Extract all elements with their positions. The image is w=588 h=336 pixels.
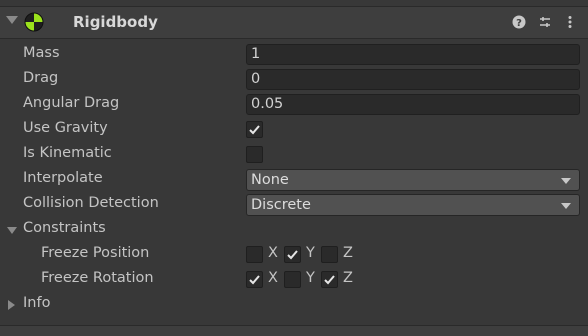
checkmark-icon [249,275,260,285]
constraints-foldout[interactable]: Constraints [0,218,588,242]
component-title: Rigidbody [73,13,158,31]
interpolate-value: None [251,172,289,188]
drag-row: Drag 0 [0,68,588,92]
freeze-position-z-checkbox[interactable] [321,246,338,263]
rigidbody-icon [24,12,44,32]
freeze-position-y-checkbox[interactable] [284,246,301,263]
checkmark-icon [287,250,298,260]
angular-drag-input[interactable]: 0.05 [246,94,580,115]
axis-y-label: Y [306,245,315,261]
freeze-rotation-z-checkbox[interactable] [321,271,338,288]
preset-icon[interactable] [536,13,554,31]
axis-x-label: X [268,270,278,286]
expand-arrow-icon[interactable] [8,300,15,310]
component-header[interactable]: Rigidbody ? [0,6,588,39]
more-icon[interactable] [561,13,579,31]
freeze-rotation-label: Freeze Rotation [41,270,154,286]
expand-arrow-icon[interactable] [7,227,17,234]
info-foldout[interactable]: Info [0,293,588,317]
axis-z-label: Z [343,270,353,286]
is-kinematic-label: Is Kinematic [23,145,112,161]
collision-detection-label: Collision Detection [23,195,159,211]
help-icon[interactable]: ? [510,13,528,31]
freeze-position-row: Freeze Position X Y Z [0,243,588,267]
drag-label: Drag [23,70,59,86]
collapse-arrow-icon[interactable] [6,16,18,24]
checkmark-icon [324,275,335,285]
freeze-rotation-x-checkbox[interactable] [246,271,263,288]
use-gravity-row: Use Gravity [0,118,588,142]
is-kinematic-row: Is Kinematic [0,143,588,167]
freeze-rotation-y-checkbox[interactable] [284,271,301,288]
interpolate-dropdown[interactable]: None [246,169,580,191]
svg-text:?: ? [516,18,522,29]
angular-drag-row: Angular Drag 0.05 [0,93,588,117]
is-kinematic-checkbox[interactable] [246,146,263,163]
axis-x-label: X [268,245,278,261]
freeze-position-x-checkbox[interactable] [246,246,263,263]
constraints-label: Constraints [23,220,106,236]
drag-input[interactable]: 0 [246,69,580,90]
interpolate-label: Interpolate [23,170,103,186]
freeze-position-label: Freeze Position [41,245,150,261]
mass-input[interactable]: 1 [246,44,580,65]
mass-label: Mass [23,45,60,61]
info-label: Info [23,295,51,311]
collision-detection-row: Collision Detection Discrete [0,193,588,217]
angular-drag-label: Angular Drag [23,95,120,111]
collision-detection-value: Discrete [251,197,311,213]
freeze-rotation-row: Freeze Rotation X Y Z [0,268,588,292]
dropdown-arrow-icon [561,203,571,209]
next-component-header [0,325,588,336]
axis-z-label: Z [343,245,353,261]
dropdown-arrow-icon [561,178,571,184]
collision-detection-dropdown[interactable]: Discrete [246,194,580,216]
mass-row: Mass 1 [0,43,588,67]
use-gravity-checkbox[interactable] [246,121,263,138]
use-gravity-label: Use Gravity [23,120,108,136]
checkmark-icon [249,125,260,135]
interpolate-row: Interpolate None [0,168,588,192]
axis-y-label: Y [306,270,315,286]
